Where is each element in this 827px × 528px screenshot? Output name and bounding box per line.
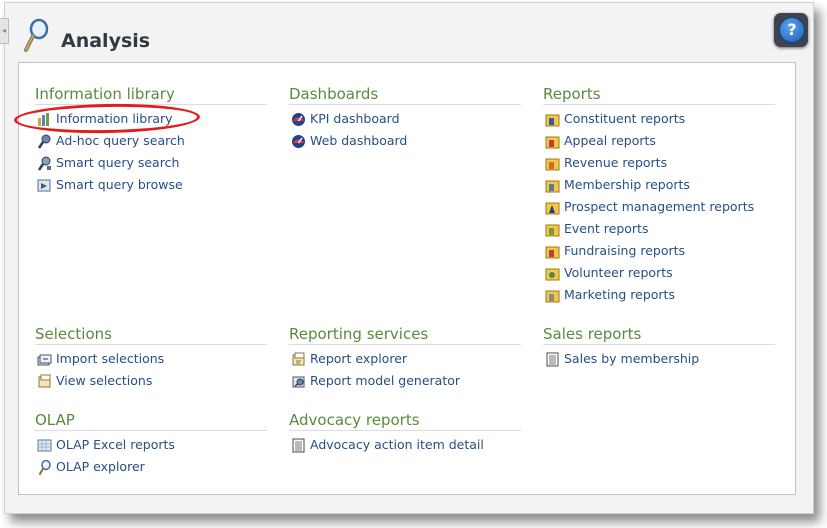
link-label: Advocacy action item detail [310,437,484,452]
link-label: Event reports [564,221,649,236]
smart-query-browse-icon [37,179,51,192]
document-icon [546,352,559,367]
link-smart-query-browse[interactable]: Smart query browse [35,174,267,196]
adhoc-query-icon [37,134,51,149]
link-revenue-reports[interactable]: Revenue reports [543,152,775,174]
section-selections: Selections Import selections View select… [35,324,267,392]
section-dashboards: Dashboards KPI dashboard Web dashboard [289,84,521,152]
link-label: Smart query browse [56,177,183,192]
link-label: Smart query search [56,155,180,170]
section-sales-reports: Sales reports Sales by membership [543,324,775,370]
help-button[interactable]: ? [774,13,808,47]
analysis-magnifier-icon [24,18,49,52]
link-label: OLAP explorer [56,459,145,474]
link-label: Import selections [56,351,165,366]
collapse-handle[interactable]: ◂ [0,18,9,44]
section-reporting-services: Reporting services Report explorer Repor… [289,324,521,392]
dashboard-icon [292,113,305,126]
link-label: View selections [56,373,153,388]
section-title: Selections [35,324,267,345]
section-title: Advocacy reports [289,410,521,431]
report-folder-icon [545,180,560,193]
dashboard-icon [292,135,305,148]
document-icon [292,438,305,453]
link-fundraising-reports[interactable]: Fundraising reports [543,240,775,262]
link-advocacy-action-item-detail[interactable]: Advocacy action item detail [289,434,521,456]
link-label: Marketing reports [564,287,675,302]
link-label: Appeal reports [564,133,656,148]
link-label: Constituent reports [564,111,686,126]
link-label: Revenue reports [564,155,668,170]
link-label: Report explorer [310,351,408,366]
link-label: Report model generator [310,373,461,388]
section-title: Dashboards [289,84,521,105]
report-folder-icon [545,224,560,237]
link-label: Membership reports [564,177,690,192]
section-information-library: Information library Information library … [35,84,267,196]
link-report-explorer[interactable]: Report explorer [289,348,521,370]
link-event-reports[interactable]: Event reports [543,218,775,240]
link-label: Ad-hoc query search [56,133,185,148]
link-view-selections[interactable]: View selections [35,370,267,392]
section-title: Reports [543,84,775,105]
link-kpi-dashboard[interactable]: KPI dashboard [289,108,521,130]
link-volunteer-reports[interactable]: Volunteer reports [543,262,775,284]
link-prospect-management-reports[interactable]: Prospect management reports [543,196,775,218]
report-folder-icon [545,246,560,259]
link-olap-excel-reports[interactable]: OLAP Excel reports [35,434,267,456]
link-label: Web dashboard [310,133,408,148]
link-smart-query-search[interactable]: Smart query search [35,152,267,174]
link-import-selections[interactable]: Import selections [35,348,267,370]
link-membership-reports[interactable]: Membership reports [543,174,775,196]
link-appeal-reports[interactable]: Appeal reports [543,130,775,152]
link-label: OLAP Excel reports [56,437,175,452]
report-folder-icon [545,136,560,149]
link-label: Prospect management reports [564,199,755,214]
report-folder-icon [545,268,560,281]
link-label: KPI dashboard [310,111,400,126]
section-reports: Reports Constituent reports Appeal repor… [543,84,775,306]
section-advocacy-reports: Advocacy reports Advocacy action item de… [289,410,521,456]
link-adhoc-query-search[interactable]: Ad-hoc query search [35,130,267,152]
link-web-dashboard[interactable]: Web dashboard [289,130,521,152]
smart-query-icon [37,156,51,171]
link-constituent-reports[interactable]: Constituent reports [543,108,775,130]
section-title: Information library [35,84,267,105]
magnifier-icon [38,460,51,475]
link-marketing-reports[interactable]: Marketing reports [543,284,775,306]
link-label: Sales by membership [564,351,700,366]
report-folder-icon [545,114,560,127]
link-olap-explorer[interactable]: OLAP explorer [35,456,267,478]
view-selections-icon [38,374,51,388]
report-folder-icon [545,158,560,171]
import-selections-icon [37,354,52,366]
report-explorer-icon [292,352,305,366]
link-label: Volunteer reports [564,265,673,280]
link-report-model-generator[interactable]: Report model generator [289,370,521,392]
section-olap: OLAP OLAP Excel reports OLAP explorer [35,410,267,478]
report-model-icon [292,376,305,388]
link-label: Fundraising reports [564,243,686,258]
section-title: OLAP [35,410,267,431]
report-folder-icon [545,290,560,303]
excel-report-icon [37,439,52,452]
link-sales-by-membership[interactable]: Sales by membership [543,348,775,370]
report-folder-icon [545,202,560,215]
page-title: Analysis [61,30,151,52]
help-icon: ? [779,17,805,43]
section-title: Reporting services [289,324,521,345]
section-title: Sales reports [543,324,775,345]
